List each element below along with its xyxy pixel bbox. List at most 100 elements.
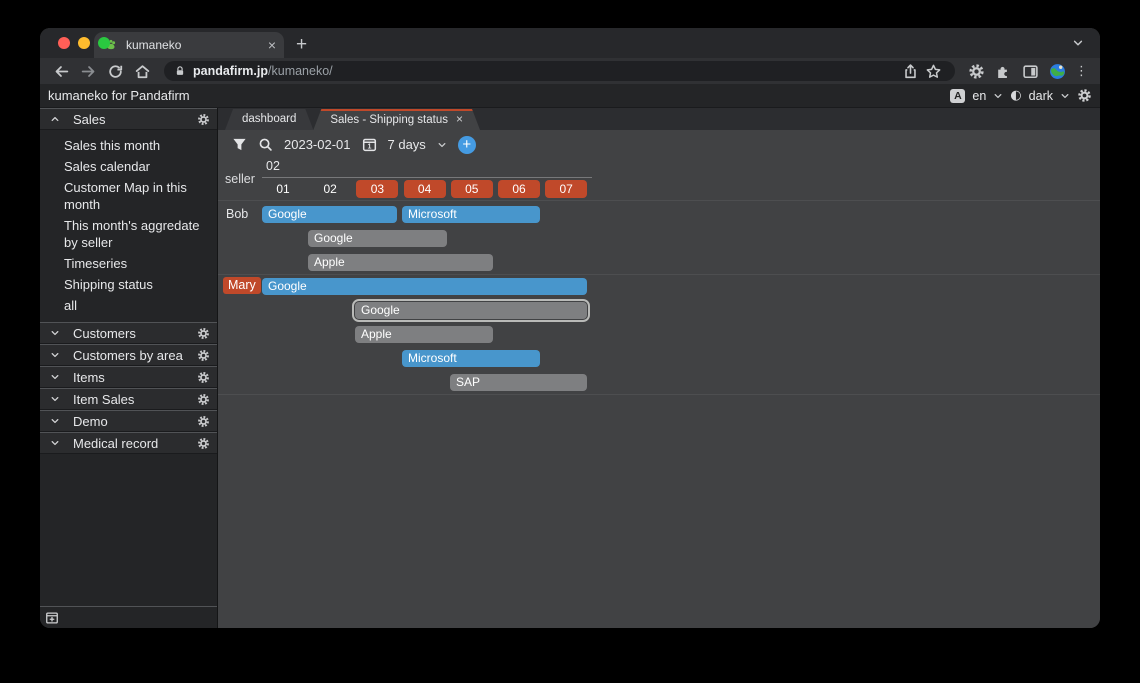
chevron-down-icon[interactable] (993, 91, 1003, 101)
gantt-bar[interactable]: Google (262, 278, 587, 295)
chevron-down-icon (50, 350, 60, 360)
home-icon[interactable] (131, 63, 154, 80)
chevron-up-icon (50, 114, 60, 124)
language-select[interactable]: en (972, 89, 986, 103)
main-content: dashboard Sales - Shipping status× 2023-… (218, 108, 1100, 628)
tab-sales-shipping-status[interactable]: Sales - Shipping status× (313, 109, 480, 130)
sidebar-group[interactable]: Demo (40, 410, 217, 432)
gantt-toolbar: 2023-02-01 7 days + (218, 130, 1100, 159)
sidebar-item[interactable]: Sales calendar (40, 156, 217, 177)
back-icon[interactable] (50, 63, 73, 80)
day-cell[interactable]: 04 (404, 180, 446, 198)
date-field[interactable]: 2023-02-01 (284, 137, 351, 152)
days-row: 01 02 03 04 05 06 07 (262, 178, 1100, 200)
day-cell[interactable]: 05 (451, 180, 493, 198)
gantt-bar[interactable]: Google (355, 302, 587, 319)
sidebar-group[interactable]: Medical record (40, 432, 217, 454)
range-select[interactable]: 7 days (388, 137, 426, 152)
sidebar-group-label: Item Sales (73, 392, 197, 407)
app-header: kumaneko for Pandafirm A en ◐ dark (40, 84, 1100, 108)
gantt-bar[interactable]: Microsoft (402, 206, 540, 223)
gear-icon[interactable] (197, 371, 210, 384)
share-icon[interactable] (899, 63, 922, 80)
calendar-icon[interactable] (362, 137, 377, 152)
search-icon[interactable] (258, 137, 273, 152)
browser-tab[interactable]: kumaneko × (94, 32, 284, 58)
gantt-bar[interactable]: Google (262, 206, 397, 223)
add-button[interactable]: + (458, 136, 476, 154)
seller-label: Mary (223, 277, 261, 294)
chevron-down-icon (50, 416, 60, 426)
browser-menu-icon[interactable]: ⋮ (1073, 63, 1090, 79)
gear-icon[interactable] (197, 415, 210, 428)
day-cell[interactable]: 01 (262, 180, 304, 198)
maximize-window-button[interactable] (98, 37, 110, 49)
minimize-window-button[interactable] (78, 37, 90, 49)
tab-dashboard[interactable]: dashboard (225, 109, 313, 130)
sidebar-item[interactable]: This month's aggredate by seller (40, 215, 217, 253)
lock-icon (174, 65, 186, 77)
gantt-bar[interactable]: Apple (308, 254, 493, 271)
sidebar-group[interactable]: Item Sales (40, 388, 217, 410)
side-panel-icon[interactable] (1019, 63, 1042, 80)
browser-toolbar: pandafirm.jp/kumaneko/ ⋮ (40, 58, 1100, 84)
chevron-down-icon (50, 438, 60, 448)
gantt-bar[interactable]: Google (308, 230, 447, 247)
gantt-group: MaryGoogleGoogleAppleMicrosoftSAP (218, 274, 1100, 395)
url-host: pandafirm.jp (193, 64, 268, 78)
gear-icon[interactable] (197, 327, 210, 340)
gear-icon[interactable] (197, 437, 210, 450)
bookmark-star-icon[interactable] (922, 63, 945, 80)
gear-icon[interactable] (197, 349, 210, 362)
gantt-group: BobGoogleMicrosoftGoogleApple (218, 200, 1100, 274)
chevron-down-icon (50, 328, 60, 338)
forward-icon[interactable] (77, 63, 100, 80)
extensions-puzzle-icon[interactable] (992, 63, 1015, 80)
sidebar-group-label: Customers (73, 326, 197, 341)
sidebar-group-label: Medical record (73, 436, 197, 451)
day-cell[interactable]: 03 (356, 180, 398, 198)
sidebar-item[interactable]: Timeseries (40, 253, 217, 274)
gantt-bar[interactable]: Microsoft (402, 350, 540, 367)
gantt-bar[interactable]: Apple (355, 326, 493, 343)
browser-window: kumaneko × + pandafirm.jp/kumaneko/ ⋮ ku… (40, 28, 1100, 628)
window-controls (58, 37, 110, 49)
reload-icon[interactable] (104, 63, 127, 80)
close-tab-icon[interactable]: × (456, 112, 463, 126)
gear-icon[interactable] (197, 113, 210, 126)
sidebar-children: Sales this monthSales calendarCustomer M… (40, 130, 217, 322)
theme-contrast-icon: ◐ (1010, 88, 1021, 103)
settings-gear-icon[interactable] (1077, 88, 1092, 103)
sidebar-item[interactable]: Shipping status (40, 274, 217, 295)
gantt-bar[interactable]: SAP (450, 374, 587, 391)
sidebar-group-sales[interactable]: Sales (40, 108, 217, 130)
gear-icon[interactable] (197, 393, 210, 406)
month-row: 02 (262, 159, 592, 178)
sidebar-item[interactable]: all (40, 295, 217, 316)
sidebar-group[interactable]: Customers (40, 322, 217, 344)
close-tab-icon[interactable]: × (268, 38, 276, 52)
sidebar-group[interactable]: Customers by area (40, 344, 217, 366)
new-tab-button[interactable]: + (296, 35, 307, 54)
chevron-down-icon (50, 372, 60, 382)
address-bar[interactable]: pandafirm.jp/kumaneko/ (164, 61, 955, 81)
close-window-button[interactable] (58, 37, 70, 49)
profile-avatar[interactable] (1049, 63, 1066, 80)
day-cell[interactable]: 06 (498, 180, 540, 198)
chevron-down-icon[interactable] (437, 140, 447, 150)
theme-select[interactable]: dark (1029, 89, 1053, 103)
chevron-down-icon[interactable] (1060, 91, 1070, 101)
sidebar-bottom-bar (40, 606, 217, 628)
day-cell[interactable]: 07 (545, 180, 587, 198)
month-label: 02 (262, 159, 280, 173)
extension-gear-icon[interactable] (965, 63, 988, 80)
add-dashboard-icon[interactable] (45, 611, 59, 625)
sidebar-item[interactable]: Sales this month (40, 135, 217, 156)
sidebar-group-label: Sales (73, 112, 197, 127)
language-icon: A (950, 89, 965, 103)
tab-search-chevron-icon[interactable] (1072, 37, 1084, 49)
sidebar-item[interactable]: Customer Map in this month (40, 177, 217, 215)
filter-funnel-icon[interactable] (232, 137, 247, 152)
sidebar-group[interactable]: Items (40, 366, 217, 388)
day-cell[interactable]: 02 (309, 180, 351, 198)
